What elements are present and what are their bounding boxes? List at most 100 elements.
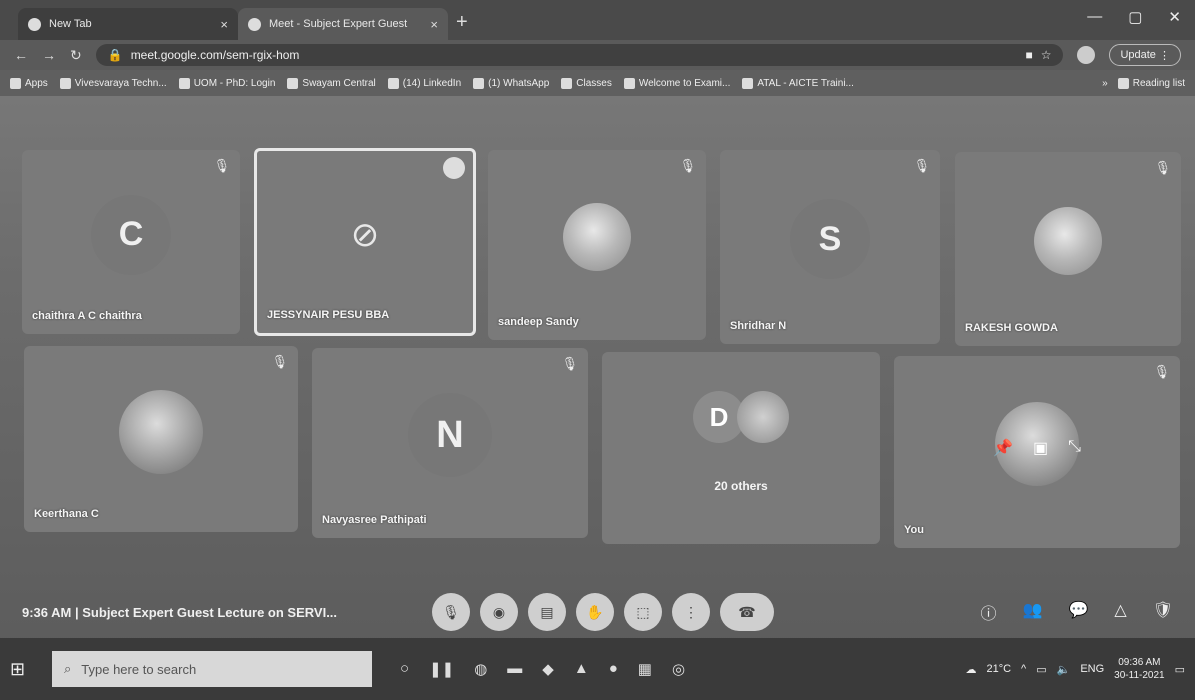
participant-name: You [904, 524, 924, 536]
network-icon[interactable]: ▭ [1036, 663, 1046, 676]
mic-off-icon: 🎙 [679, 158, 696, 173]
forward-arrow-icon[interactable]: → [42, 47, 56, 63]
task-view-icon[interactable]: ❚❚ [429, 660, 454, 678]
os-taskbar: ⊞ ⌕ Type here to search ○ ❚❚ ◍ ▬ ◆ ▲ ● ▦… [0, 638, 1195, 700]
mic-toggle-button[interactable]: 🎙 [432, 593, 470, 631]
bookmark-item[interactable]: Swayam Central [287, 77, 376, 89]
avatar-photo [563, 203, 631, 272]
tab-title: Meet - Subject Expert Guest [269, 18, 408, 30]
self-tile[interactable]: 🎙 📌 ▣ ⤡ You [894, 356, 1180, 548]
bookmark-item[interactable]: Vivesvaraya Techn... [59, 77, 167, 89]
close-window-button[interactable]: ✕ [1168, 8, 1181, 26]
avatar-photo [119, 389, 203, 474]
file-explorer-icon[interactable]: ▬ [507, 660, 522, 678]
info-icon[interactable]: ⓘ [981, 600, 997, 624]
mic-off-icon: 🎙 [1153, 364, 1170, 379]
leave-call-button[interactable]: ☎ [720, 593, 774, 631]
update-button[interactable]: Update ⋮ [1109, 44, 1181, 66]
bookmark-item[interactable]: ATAL - AICTE Traini... [742, 77, 854, 89]
bookmark-label: Apps [25, 77, 48, 89]
app-icon[interactable]: ● [609, 660, 618, 678]
camera-toggle-button[interactable]: ◉ [480, 593, 518, 631]
meet-icon [248, 17, 261, 31]
call-controls: 🎙 ◉ ▤ ✋ ⬚ ⋮ ☎ [432, 593, 774, 631]
language-indicator[interactable]: ENG [1080, 663, 1104, 675]
participant-tile[interactable]: 🎙 N Navyasree Pathipati [312, 348, 588, 538]
participant-tile[interactable]: 🎙 Keerthana C [24, 346, 298, 532]
chevron-up-icon[interactable]: ^ [1021, 663, 1026, 675]
app-icon[interactable]: ◎ [672, 660, 685, 678]
new-tab-button[interactable]: + [456, 11, 468, 34]
raise-hand-button[interactable]: ✋ [576, 593, 614, 631]
bookmark-label: (1) WhatsApp [488, 77, 550, 89]
minimize-button[interactable]: — [1087, 8, 1102, 26]
minimize-icon[interactable]: ⤡ [1068, 438, 1081, 458]
bookmark-item[interactable]: UOM - PhD: Login [178, 77, 275, 89]
maximize-button[interactable]: ▢ [1128, 8, 1142, 26]
chat-icon[interactable]: 💬 [1068, 600, 1088, 624]
participants-overflow-tile[interactable]: D 20 others [602, 352, 880, 544]
pin-icon[interactable]: 📌 [993, 438, 1013, 458]
close-tab-icon[interactable]: × [220, 17, 228, 32]
address-bar-row: ← → ↻ 🔒 meet.google.com/sem-rgix-hom ■ ☆… [0, 40, 1195, 70]
reading-list[interactable]: Reading list [1117, 77, 1185, 89]
back-arrow-icon[interactable]: ← [14, 47, 28, 63]
close-tab-icon[interactable]: × [430, 17, 438, 32]
linkedin-icon [387, 77, 399, 89]
store-icon[interactable]: ◆ [542, 660, 554, 678]
notifications-icon[interactable]: ▭ [1175, 663, 1185, 676]
bookmark-apps[interactable]: Apps [10, 77, 48, 89]
frame-icon[interactable]: ▣ [1033, 438, 1048, 458]
url-field[interactable]: 🔒 meet.google.com/sem-rgix-hom ■ ☆ [95, 44, 1064, 66]
bookmark-item[interactable]: (1) WhatsApp [473, 77, 550, 89]
weather-temp[interactable]: 21°C [986, 663, 1011, 675]
pdf-icon[interactable]: ▲ [574, 660, 589, 678]
bookmark-label: ATAL - AICTE Traini... [757, 77, 854, 89]
participant-tile[interactable]: ⊘ JESSYNAIR PESU BBA [254, 148, 476, 336]
bookmark-item[interactable]: (14) LinkedIn [387, 77, 462, 89]
bookmark-label: (14) LinkedIn [402, 77, 462, 89]
tab-title: New Tab [49, 18, 92, 30]
participant-tile[interactable]: 🎙 C chaithra A C chaithra [22, 150, 240, 334]
mic-off-icon: 🎙 [213, 158, 230, 173]
cortana-icon[interactable]: ○ [400, 660, 409, 678]
star-icon[interactable]: ☆ [1041, 48, 1052, 62]
host-controls-icon[interactable]: 🛡 [1153, 600, 1173, 624]
more-bookmarks-icon[interactable]: » [1102, 78, 1108, 89]
camera-icon[interactable]: ■ [1025, 48, 1032, 62]
activities-icon[interactable]: △ [1114, 600, 1126, 624]
windows-start-icon[interactable]: ⊞ [10, 659, 40, 680]
tray-clock[interactable]: 09:36 AM 30-11-2021 [1114, 656, 1164, 682]
avatar-photo [1034, 207, 1102, 276]
clock-time: 09:36 AM [1118, 657, 1161, 668]
more-options-button[interactable]: ⋮ [672, 593, 710, 631]
bookmark-item[interactable]: Welcome to Exami... [623, 77, 730, 89]
others-avatars: D [693, 391, 789, 444]
meet-stage: 🎙 C chaithra A C chaithra ⊘ JESSYNAIR PE… [0, 96, 1195, 586]
separator: | [75, 604, 79, 620]
avatar: C [91, 194, 171, 275]
app-icon[interactable]: ▦ [638, 660, 652, 678]
taskbar-search[interactable]: ⌕ Type here to search [52, 651, 372, 687]
chrome-icon[interactable]: ◍ [474, 660, 487, 678]
tab-new-tab[interactable]: New Tab × [18, 8, 238, 40]
camera-off-icon: ⊘ [350, 215, 380, 254]
participant-tile[interactable]: 🎙 S Shridhar N [720, 150, 940, 344]
bookmark-item[interactable]: Classes [561, 77, 612, 89]
participant-tile[interactable]: 🎙 sandeep Sandy [488, 150, 706, 340]
clock-date: 30-11-2021 [1114, 670, 1165, 681]
bookmark-favicon-icon [742, 77, 754, 89]
profile-avatar[interactable] [1077, 46, 1096, 64]
url-text: meet.google.com/sem-rgix-hom [130, 48, 300, 62]
volume-icon[interactable]: 🔈 [1057, 663, 1071, 676]
people-icon[interactable]: 👥 [1023, 600, 1043, 624]
reload-icon[interactable]: ↻ [70, 47, 82, 64]
tab-meet[interactable]: Meet - Subject Expert Guest × [238, 8, 448, 40]
search-placeholder: Type here to search [81, 661, 197, 677]
captions-button[interactable]: ▤ [528, 593, 566, 631]
present-button[interactable]: ⬚ [624, 593, 662, 631]
weather-icon[interactable]: ☁ [965, 663, 976, 676]
mic-off-icon: 🎙 [561, 356, 578, 371]
participant-tile[interactable]: 🎙 RAKESH GOWDA [955, 152, 1181, 346]
side-controls: ⓘ 👥 💬 △ 🛡 [981, 600, 1173, 624]
